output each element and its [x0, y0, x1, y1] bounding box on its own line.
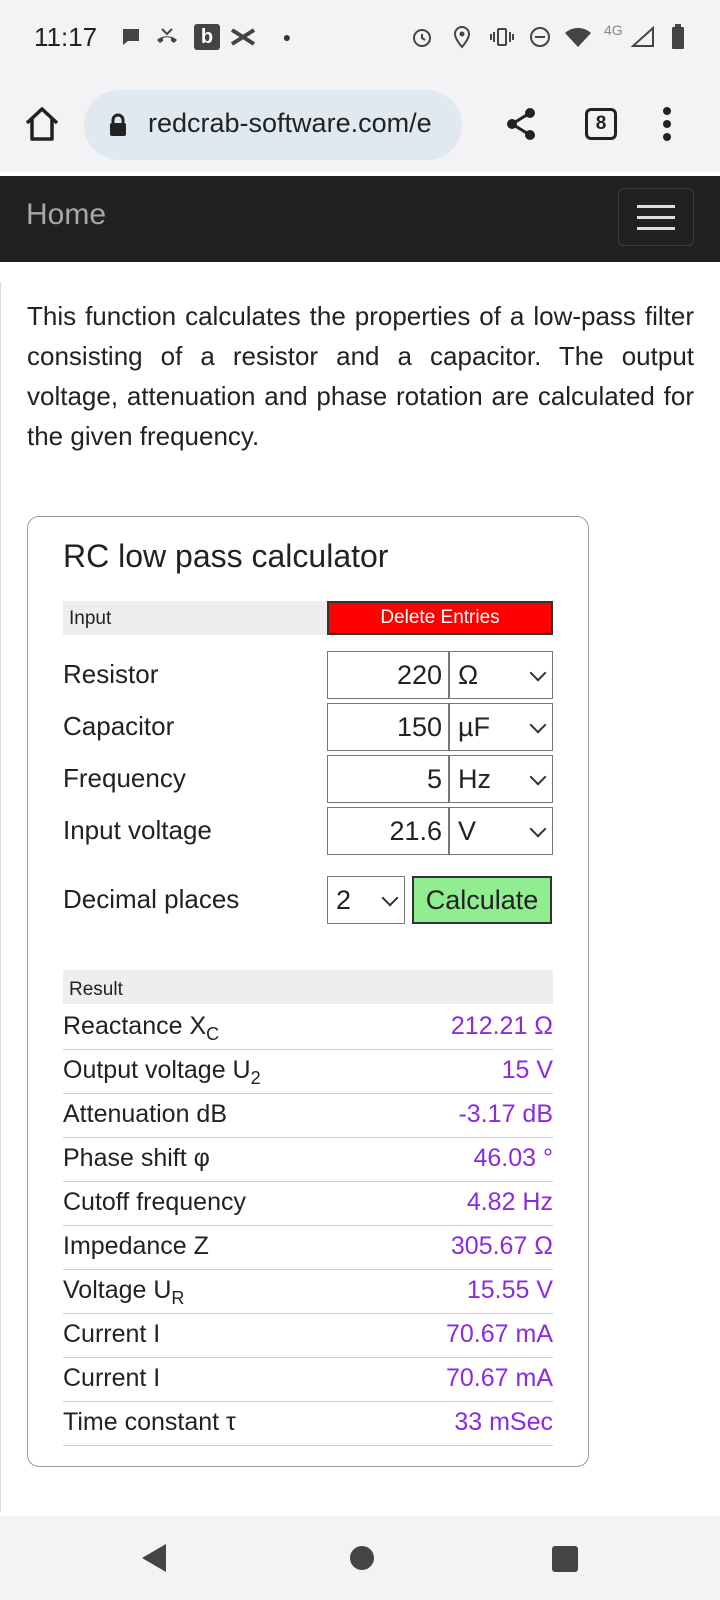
nav-home-link[interactable]: Home: [26, 198, 106, 232]
result-label: Attenuation dB: [63, 1100, 228, 1128]
frequency-unit-select[interactable]: Hz: [449, 755, 553, 803]
capacitor-label: Capacitor: [63, 711, 175, 741]
share-icon[interactable]: [504, 106, 538, 147]
missed-call-icon: [154, 24, 180, 50]
result-label-sub: C: [206, 1024, 220, 1044]
result-value: 46.03 °: [473, 1144, 553, 1172]
decimal-places-label: Decimal places: [63, 884, 240, 914]
result-row-attenuation: Attenuation dB -3.17 dB: [63, 1094, 553, 1138]
resistor-unit-select[interactable]: Ω: [449, 651, 553, 699]
delete-entries-button[interactable]: Delete Entries: [327, 601, 553, 635]
status-bar: 11:17 b ● 4G: [0, 0, 720, 80]
result-row-phase-shift: Phase shift φ 46.03 °: [63, 1138, 553, 1182]
result-row-cutoff-frequency: Cutoff frequency 4.82 Hz: [63, 1182, 553, 1226]
app-b-icon: b: [194, 24, 220, 50]
capacitor-input[interactable]: 150: [327, 703, 449, 751]
result-label: Cutoff frequency: [63, 1188, 246, 1216]
chevron-down-icon: [529, 716, 547, 734]
signal-icon: [630, 24, 656, 50]
result-row-current-2: Current I 70.67 mA: [63, 1358, 553, 1402]
calculate-button[interactable]: Calculate: [412, 876, 552, 924]
decimal-places-select[interactable]: 2: [327, 876, 405, 924]
back-icon[interactable]: [140, 1542, 168, 1579]
input-voltage-unit-select[interactable]: V: [449, 807, 553, 855]
chevron-down-icon: [529, 820, 547, 838]
result-label: Voltage U: [63, 1276, 172, 1304]
location-icon: [449, 24, 475, 50]
halifax-icon: [228, 24, 258, 50]
battery-icon: [665, 24, 691, 50]
result-value: 70.67 mA: [445, 1320, 553, 1348]
menu-toggle-button[interactable]: [618, 188, 694, 246]
site-navbar: [0, 176, 720, 262]
url-text[interactable]: redcrab-software.com/e: [148, 108, 452, 139]
result-row-impedance: Impedance Z 305.67 Ω: [63, 1226, 553, 1270]
wifi-icon: [563, 24, 593, 50]
recents-icon[interactable]: [552, 1546, 578, 1577]
tab-switcher-button[interactable]: 8: [585, 108, 617, 140]
result-header-label: Result: [69, 979, 123, 1000]
result-row-voltage-ur: Voltage UR 15.55 V: [63, 1270, 553, 1314]
result-row-current-1: Current I 70.67 mA: [63, 1314, 553, 1358]
frequency-input[interactable]: 5: [327, 755, 449, 803]
result-label: Current I: [63, 1364, 161, 1392]
chevron-down-icon: [529, 664, 547, 682]
result-header-bar: [63, 970, 553, 1004]
result-label-sub: 2: [250, 1068, 261, 1088]
result-value: 70.67 mA: [445, 1364, 553, 1392]
calculator-title: RC low pass calculator: [63, 538, 389, 574]
frequency-unit-value: Hz: [458, 764, 491, 794]
result-label-sub: R: [171, 1288, 185, 1308]
tab-count: 8: [595, 113, 607, 134]
input-voltage-input[interactable]: 21.6: [327, 807, 449, 855]
message-icon: [118, 24, 144, 50]
result-row-output-voltage: Output voltage U2 15 V: [63, 1050, 553, 1094]
content-border: [0, 282, 1, 1512]
result-value: 15 V: [501, 1056, 553, 1084]
resistor-label: Resistor: [63, 659, 159, 689]
input-voltage-label: Input voltage: [63, 815, 212, 845]
result-value: 4.82 Hz: [466, 1188, 553, 1216]
result-label: Output voltage U: [63, 1056, 251, 1084]
more-notifications-dot-icon: ●: [282, 29, 292, 45]
chevron-down-icon: [381, 889, 399, 907]
intro-paragraph: This function calculates the properties …: [27, 301, 694, 451]
more-options-icon[interactable]: [662, 106, 672, 147]
resistor-input[interactable]: 220: [327, 651, 449, 699]
vibrate-icon: [489, 24, 515, 50]
result-row-reactance: Reactance XC 212.21 Ω: [63, 1006, 553, 1050]
frequency-label: Frequency: [63, 763, 186, 793]
result-value: 33 mSec: [454, 1408, 553, 1436]
decimal-places-value: 2: [336, 885, 352, 915]
result-label: Phase shift φ: [63, 1144, 210, 1172]
home-circle-icon[interactable]: [348, 1544, 376, 1577]
network-type: 4G: [604, 22, 623, 38]
capacitor-unit-value: µF: [458, 712, 491, 742]
lock-icon[interactable]: [108, 113, 128, 142]
do-not-disturb-icon: [527, 24, 553, 50]
result-label: Reactance X: [63, 1012, 207, 1040]
resistor-unit-value: Ω: [458, 660, 479, 690]
alarm-icon: [409, 24, 435, 50]
result-value: 305.67 Ω: [450, 1232, 553, 1260]
result-label: Time constant τ: [63, 1408, 236, 1436]
result-value: 212.21 Ω: [450, 1012, 553, 1040]
result-value: 15.55 V: [466, 1276, 553, 1304]
result-value: -3.17 dB: [458, 1100, 553, 1128]
home-icon[interactable]: [22, 104, 62, 149]
chevron-down-icon: [529, 768, 547, 786]
input-header-label: Input: [69, 608, 112, 629]
result-row-time-constant: Time constant τ 33 mSec: [63, 1402, 553, 1446]
input-voltage-unit-value: V: [458, 816, 477, 846]
status-time: 11:17: [34, 22, 98, 52]
hamburger-icon: [637, 205, 675, 208]
capacitor-unit-select[interactable]: µF: [449, 703, 553, 751]
result-label: Impedance Z: [63, 1232, 209, 1260]
result-label: Current I: [63, 1320, 161, 1348]
